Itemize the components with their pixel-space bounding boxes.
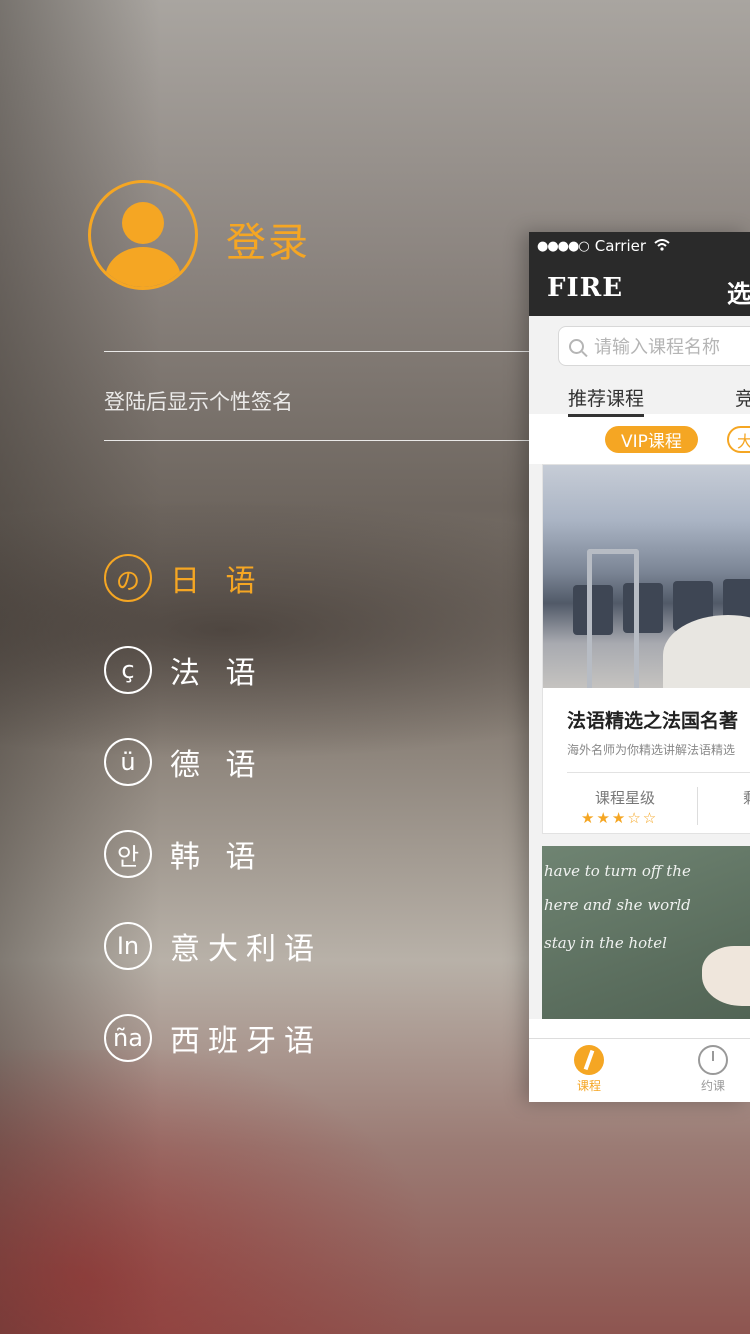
alarm-clock-icon <box>698 1045 728 1075</box>
course-feed: 法语精选之法国名著 海外名师为你精选讲解法语精选 课程星级 ★★★☆☆ 剩 ha… <box>529 464 750 1019</box>
filter-chips: VIP课程 大 <box>529 414 750 464</box>
korean-badge-icon: 안 <box>104 830 152 878</box>
chip-next[interactable]: 大 <box>727 426 750 453</box>
carrier-label: Carrier <box>594 237 647 255</box>
tab-next[interactable]: 竞 <box>735 384 750 411</box>
search-area: 请输入课程名称 <box>529 316 750 380</box>
chalk-line: here and she world <box>544 896 691 914</box>
course-card-2[interactable]: have to turn off the here and she world … <box>542 846 750 1019</box>
tab-recommended[interactable]: 推荐课程 <box>568 384 645 417</box>
hand-shape <box>702 946 750 1006</box>
menu-item-label: 日 语 <box>170 564 264 599</box>
divider-bottom <box>104 440 530 441</box>
category-tabs: 推荐课程 竞 <box>529 380 750 417</box>
background-red-tint <box>0 1050 420 1334</box>
avatar[interactable] <box>88 180 198 290</box>
menu-item-korean[interactable]: 안 韩 语 <box>104 830 264 878</box>
tab-courses[interactable]: 课程 <box>549 1045 629 1094</box>
wifi-icon <box>654 238 670 254</box>
tab-appointments[interactable]: 约课 <box>673 1045 750 1094</box>
card-footer: 课程星级 ★★★☆☆ 剩 <box>543 773 750 833</box>
menu-item-label: 德 语 <box>170 748 264 783</box>
italian-badge-icon: In <box>104 922 152 970</box>
spanish-badge-icon: ña <box>104 1014 152 1062</box>
status-bar: ●●●●○ Carrier <box>529 232 750 260</box>
menu-item-label: 法 语 <box>170 656 264 691</box>
signal-icon: ●●●●○ <box>537 238 590 254</box>
menu-item-label: 西班牙语 <box>170 1024 322 1059</box>
menu-item-japanese[interactable]: の 日 语 <box>104 554 264 602</box>
nav-bar: FIRE 选 <box>529 260 750 316</box>
compass-icon <box>574 1045 604 1075</box>
course-title: 法语精选之法国名著 <box>567 710 739 732</box>
brand-title: FIRE <box>547 273 624 303</box>
suitcase-handle <box>587 549 639 688</box>
tab-label: 课程 <box>576 1079 601 1093</box>
menu-item-italian[interactable]: In 意大利语 <box>104 922 322 970</box>
signature-text: 登陆后显示个性签名 <box>104 390 293 414</box>
user-silhouette-icon <box>105 202 181 287</box>
menu-item-spanish[interactable]: ña 西班牙语 <box>104 1014 322 1062</box>
menu-item-german[interactable]: ü 德 语 <box>104 738 264 786</box>
login-button[interactable]: 登录 <box>226 210 310 268</box>
search-input[interactable]: 请输入课程名称 <box>558 326 750 366</box>
nav-right-button[interactable]: 选 <box>727 274 750 309</box>
chalk-line: stay in the hotel <box>544 934 667 952</box>
remaining-label: 剩 <box>743 787 750 808</box>
course-image <box>543 465 750 688</box>
chalk-line: have to turn off the <box>544 862 691 880</box>
german-badge-icon: ü <box>104 738 152 786</box>
divider-top <box>104 351 530 352</box>
french-badge-icon: ç <box>104 646 152 694</box>
rating-label: 课程星级 <box>595 789 656 807</box>
tab-label: 约课 <box>700 1079 725 1093</box>
course-desc: 海外名师为你精选讲解法语精选 <box>567 743 736 757</box>
menu-item-label: 韩 语 <box>170 840 264 875</box>
course-card[interactable]: 法语精选之法国名著 海外名师为你精选讲解法语精选 课程星级 ★★★☆☆ 剩 <box>542 464 750 834</box>
menu-item-label: 意大利语 <box>170 932 322 967</box>
footer-divider <box>697 787 698 825</box>
search-icon <box>569 338 584 354</box>
japanese-badge-icon: の <box>104 554 152 602</box>
main-view-preview[interactable]: ●●●●○ Carrier FIRE 选 请输入课程名称 推荐课程 竞 VIP课… <box>529 232 750 1102</box>
tab-bar: 课程 约课 <box>529 1038 750 1102</box>
menu-item-french[interactable]: ç 法 语 <box>104 646 264 694</box>
chip-vip[interactable]: VIP课程 <box>605 426 698 453</box>
star-rating: ★★★☆☆ <box>581 809 659 827</box>
search-placeholder: 请输入课程名称 <box>594 337 720 358</box>
